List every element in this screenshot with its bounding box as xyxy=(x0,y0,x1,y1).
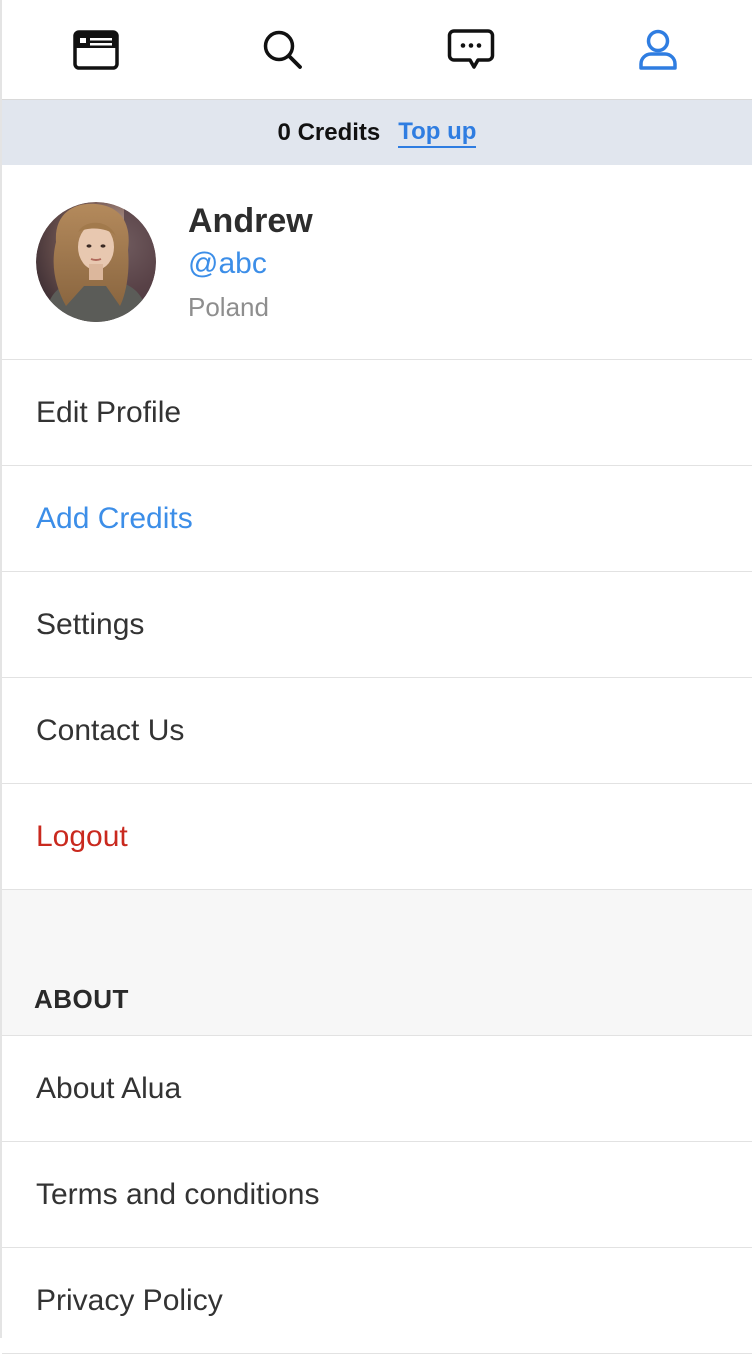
about-section-header: ABOUT xyxy=(2,890,752,1036)
search-icon xyxy=(264,30,303,69)
top-nav xyxy=(2,0,752,100)
menu-edit-profile[interactable]: Edit Profile xyxy=(2,360,752,466)
menu-privacy-policy[interactable]: Privacy Policy xyxy=(2,1248,752,1354)
menu-contact-us[interactable]: Contact Us xyxy=(2,678,752,784)
nav-profile-button[interactable] xyxy=(618,10,698,90)
avatar xyxy=(36,202,156,322)
profile-name: Andrew xyxy=(188,202,313,240)
menu-logout[interactable]: Logout xyxy=(2,784,752,890)
top-up-link[interactable]: Top up xyxy=(398,118,477,148)
nav-messages-button[interactable] xyxy=(431,10,511,90)
menu-settings[interactable]: Settings xyxy=(2,572,752,678)
app-root: 0 Credits Top up Andrew @abc Poland Edit… xyxy=(0,0,752,1354)
credits-bar: 0 Credits Top up xyxy=(2,100,752,165)
chat-bubble-icon xyxy=(447,28,494,69)
user-icon xyxy=(639,29,677,70)
profile-country: Poland xyxy=(188,292,269,322)
menu-about-alua[interactable]: About Alua xyxy=(2,1036,752,1142)
menu-add-credits[interactable]: Add Credits xyxy=(2,466,752,572)
browser-window-icon xyxy=(73,29,119,70)
nav-feed-button[interactable] xyxy=(56,10,136,90)
profile-summary[interactable]: Andrew @abc Poland xyxy=(2,165,752,360)
menu-terms[interactable]: Terms and conditions xyxy=(2,1142,752,1248)
profile-info: Andrew @abc Poland xyxy=(188,200,313,328)
profile-handle: @abc xyxy=(188,247,267,280)
avatar-photo xyxy=(36,202,156,322)
credits-count: 0 Credits xyxy=(277,118,381,146)
nav-search-button[interactable] xyxy=(243,10,323,90)
